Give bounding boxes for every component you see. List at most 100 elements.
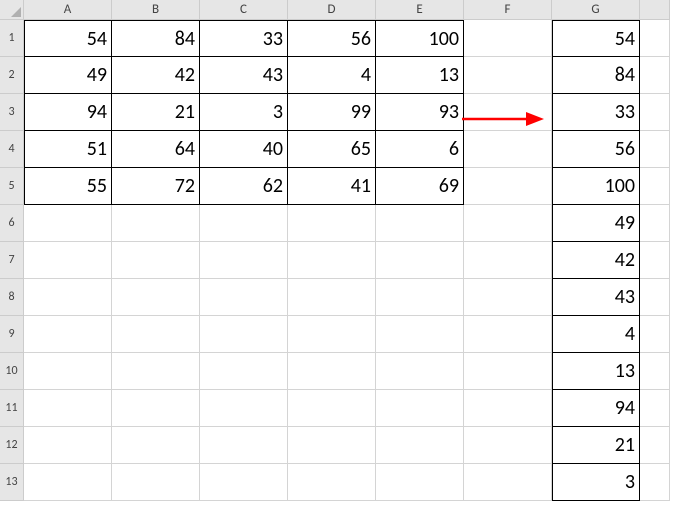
cell-E9[interactable]: [376, 316, 464, 353]
cell-C7[interactable]: [200, 242, 288, 279]
cell-D3[interactable]: 99: [288, 94, 376, 131]
row-header-6[interactable]: 6: [0, 205, 24, 242]
cell-F13[interactable]: [464, 464, 552, 501]
cell-G3[interactable]: 33: [552, 94, 640, 131]
cell-G7[interactable]: 42: [552, 242, 640, 279]
cell-G8[interactable]: 43: [552, 279, 640, 316]
cell-F9[interactable]: [464, 316, 552, 353]
cell-B12[interactable]: [112, 427, 200, 464]
cell-F11[interactable]: [464, 390, 552, 427]
row-header-1[interactable]: 1: [0, 20, 24, 57]
col-header-A[interactable]: A: [24, 0, 112, 20]
cell-E10[interactable]: [376, 353, 464, 390]
cell-A12[interactable]: [24, 427, 112, 464]
row-header-3[interactable]: 3: [0, 94, 24, 131]
cell-A2[interactable]: 49: [24, 57, 112, 94]
cell-F12[interactable]: [464, 427, 552, 464]
cell-A6[interactable]: [24, 205, 112, 242]
cell-A8[interactable]: [24, 279, 112, 316]
cell-G6[interactable]: 49: [552, 205, 640, 242]
cell-A9[interactable]: [24, 316, 112, 353]
cell-B13[interactable]: [112, 464, 200, 501]
cell-E3[interactable]: 93: [376, 94, 464, 131]
row-header-11[interactable]: 11: [0, 390, 24, 427]
cell-E1[interactable]: 100: [376, 20, 464, 57]
cell-G1[interactable]: 54: [552, 20, 640, 57]
cell-B1[interactable]: 84: [112, 20, 200, 57]
cell-E8[interactable]: [376, 279, 464, 316]
cell-C12[interactable]: [200, 427, 288, 464]
cell-B4[interactable]: 64: [112, 131, 200, 168]
cell-E13[interactable]: [376, 464, 464, 501]
cell-B6[interactable]: [112, 205, 200, 242]
cell-G4[interactable]: 56: [552, 131, 640, 168]
cell-D10[interactable]: [288, 353, 376, 390]
row-header-13[interactable]: 13: [0, 464, 24, 501]
cell-G2[interactable]: 84: [552, 57, 640, 94]
cell-C13[interactable]: [200, 464, 288, 501]
cell-C1[interactable]: 33: [200, 20, 288, 57]
row-header-2[interactable]: 2: [0, 57, 24, 94]
row-header-7[interactable]: 7: [0, 242, 24, 279]
cell-F4[interactable]: [464, 131, 552, 168]
cell-B10[interactable]: [112, 353, 200, 390]
cell-E4[interactable]: 6: [376, 131, 464, 168]
cell-C6[interactable]: [200, 205, 288, 242]
col-header-E[interactable]: E: [376, 0, 464, 20]
spreadsheet-grid[interactable]: ABCDEFG154843356100542494243413843942139…: [0, 0, 689, 501]
cell-C2[interactable]: 43: [200, 57, 288, 94]
cell-A5[interactable]: 55: [24, 168, 112, 205]
cell-F2[interactable]: [464, 57, 552, 94]
cell-B2[interactable]: 42: [112, 57, 200, 94]
col-header-G[interactable]: G: [552, 0, 640, 20]
cell-F6[interactable]: [464, 205, 552, 242]
cell-D12[interactable]: [288, 427, 376, 464]
cell-F8[interactable]: [464, 279, 552, 316]
cell-F5[interactable]: [464, 168, 552, 205]
cell-G13[interactable]: 3: [552, 464, 640, 501]
cell-C8[interactable]: [200, 279, 288, 316]
col-header-D[interactable]: D: [288, 0, 376, 20]
cell-A3[interactable]: 94: [24, 94, 112, 131]
cell-G11[interactable]: 94: [552, 390, 640, 427]
cell-E5[interactable]: 69: [376, 168, 464, 205]
cell-C4[interactable]: 40: [200, 131, 288, 168]
cell-F3[interactable]: [464, 94, 552, 131]
cell-E7[interactable]: [376, 242, 464, 279]
col-header-F[interactable]: F: [464, 0, 552, 20]
row-header-8[interactable]: 8: [0, 279, 24, 316]
cell-A11[interactable]: [24, 390, 112, 427]
cell-D8[interactable]: [288, 279, 376, 316]
cell-F10[interactable]: [464, 353, 552, 390]
cell-D1[interactable]: 56: [288, 20, 376, 57]
cell-D11[interactable]: [288, 390, 376, 427]
cell-E6[interactable]: [376, 205, 464, 242]
cell-D9[interactable]: [288, 316, 376, 353]
cell-E12[interactable]: [376, 427, 464, 464]
cell-G9[interactable]: 4: [552, 316, 640, 353]
cell-D2[interactable]: 4: [288, 57, 376, 94]
cell-D6[interactable]: [288, 205, 376, 242]
cell-G10[interactable]: 13: [552, 353, 640, 390]
row-header-9[interactable]: 9: [0, 316, 24, 353]
cell-C5[interactable]: 62: [200, 168, 288, 205]
cell-B11[interactable]: [112, 390, 200, 427]
cell-F1[interactable]: [464, 20, 552, 57]
cell-E11[interactable]: [376, 390, 464, 427]
cell-D13[interactable]: [288, 464, 376, 501]
cell-F7[interactable]: [464, 242, 552, 279]
cell-D4[interactable]: 65: [288, 131, 376, 168]
col-header-C[interactable]: C: [200, 0, 288, 20]
cell-B8[interactable]: [112, 279, 200, 316]
row-header-12[interactable]: 12: [0, 427, 24, 464]
cell-A1[interactable]: 54: [24, 20, 112, 57]
cell-C11[interactable]: [200, 390, 288, 427]
select-all-corner[interactable]: [0, 0, 24, 20]
row-header-4[interactable]: 4: [0, 131, 24, 168]
col-header-B[interactable]: B: [112, 0, 200, 20]
cell-B9[interactable]: [112, 316, 200, 353]
cell-D5[interactable]: 41: [288, 168, 376, 205]
cell-B3[interactable]: 21: [112, 94, 200, 131]
cell-C3[interactable]: 3: [200, 94, 288, 131]
cell-B7[interactable]: [112, 242, 200, 279]
